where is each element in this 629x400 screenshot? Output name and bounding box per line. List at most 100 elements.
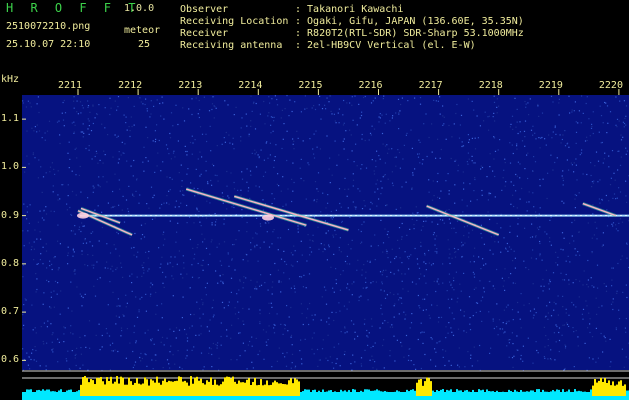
level-bar — [218, 385, 220, 396]
level-bar — [606, 382, 608, 396]
level-bar — [368, 389, 370, 396]
level-bar — [534, 392, 536, 396]
level-bar — [304, 389, 306, 396]
level-bar — [82, 377, 84, 396]
level-bar — [482, 389, 484, 396]
level-bar — [596, 382, 598, 396]
level-bar — [248, 378, 250, 396]
level-bar — [292, 383, 294, 396]
level-bar — [370, 390, 372, 396]
level-bar — [164, 378, 166, 396]
level-bar — [312, 390, 314, 396]
level-bar — [558, 389, 560, 396]
level-bar — [574, 389, 576, 396]
level-bar — [58, 390, 60, 396]
level-bar — [188, 385, 190, 396]
level-bar — [152, 380, 154, 396]
level-bar — [244, 382, 246, 396]
level-bar — [196, 376, 198, 396]
level-bar — [440, 389, 442, 396]
level-bar — [202, 383, 204, 396]
meteor-head-0 — [77, 212, 89, 219]
level-bar — [220, 384, 222, 396]
level-bar — [522, 391, 524, 396]
level-bar — [350, 392, 352, 396]
level-bar — [180, 376, 182, 396]
level-bar — [480, 390, 482, 396]
level-bar — [536, 389, 538, 396]
level-bar — [204, 384, 206, 396]
level-bar — [118, 383, 120, 396]
level-bar — [138, 383, 140, 396]
level-bar — [346, 391, 348, 396]
level-bar — [528, 391, 530, 396]
level-bar — [62, 392, 64, 396]
level-bar — [616, 384, 618, 396]
meteor-echo-5 — [582, 202, 617, 217]
level-bar — [322, 389, 324, 396]
level-bar — [466, 390, 468, 396]
level-bar — [388, 392, 390, 396]
level-bar — [620, 380, 622, 396]
level-bar — [414, 390, 416, 396]
level-bar — [198, 380, 200, 396]
level-bar — [450, 389, 452, 396]
level-bar — [374, 390, 376, 396]
level-bar — [150, 379, 152, 396]
level-bar — [520, 390, 522, 396]
level-bar — [372, 390, 374, 396]
level-bar — [382, 391, 384, 396]
level-bar — [310, 392, 312, 396]
level-bar — [102, 381, 104, 396]
level-bar — [626, 390, 628, 396]
level-bar — [442, 389, 444, 396]
level-bar — [308, 389, 310, 396]
level-bar — [336, 392, 338, 396]
level-bar — [276, 382, 278, 396]
level-bar — [380, 391, 382, 396]
level-bar — [454, 392, 456, 396]
level-bar — [214, 379, 216, 396]
level-bar — [484, 392, 486, 396]
level-bar — [602, 381, 604, 396]
level-bar — [452, 392, 454, 396]
level-bar — [320, 392, 322, 396]
level-bar — [32, 392, 34, 396]
level-bar — [338, 392, 340, 396]
level-bar — [394, 391, 396, 396]
level-bar — [410, 389, 412, 396]
level-bar — [356, 392, 358, 396]
level-bar — [314, 389, 316, 396]
level-bar — [222, 381, 224, 396]
level-bar — [366, 389, 368, 396]
level-bar — [468, 391, 470, 396]
level-bar — [44, 390, 46, 396]
level-bar — [154, 382, 156, 396]
level-bar — [268, 385, 270, 396]
level-bar — [114, 381, 116, 396]
level-bar — [108, 380, 110, 396]
level-bar — [566, 391, 568, 396]
level-bar — [438, 391, 440, 396]
level-bar — [518, 392, 520, 396]
meteor-echo-4 — [426, 205, 499, 236]
level-bar — [516, 391, 518, 396]
level-bar — [418, 379, 420, 396]
level-bar — [600, 377, 602, 396]
level-bar — [272, 382, 274, 396]
level-bar — [472, 389, 474, 396]
level-bar — [28, 389, 30, 396]
level-bar — [390, 392, 392, 396]
level-bar — [176, 380, 178, 396]
level-bar — [160, 384, 162, 396]
level-bar — [434, 392, 436, 396]
level-bar — [224, 377, 226, 396]
level-bar — [324, 391, 326, 396]
level-bar — [130, 381, 132, 396]
level-bar — [460, 390, 462, 396]
level-bar — [228, 376, 230, 396]
level-bar — [134, 382, 136, 396]
level-bar — [432, 390, 434, 396]
level-bar — [146, 379, 148, 396]
level-bar — [316, 392, 318, 396]
